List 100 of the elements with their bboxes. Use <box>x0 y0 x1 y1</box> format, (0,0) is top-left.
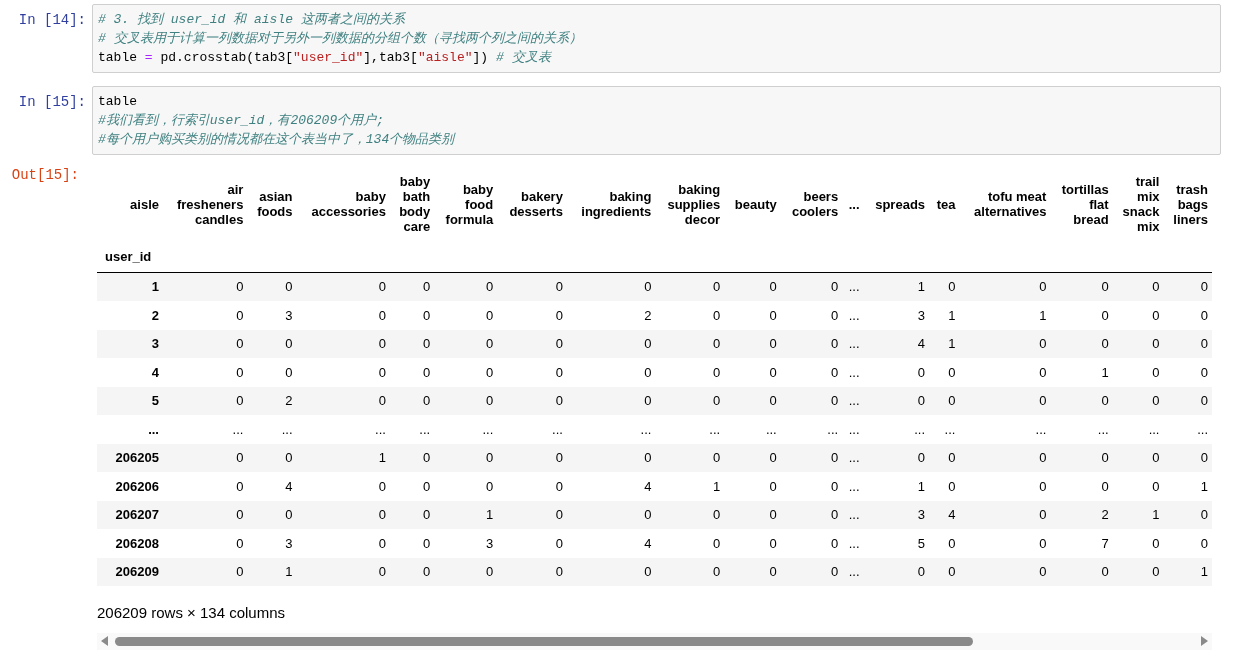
table-cell: 0 <box>296 386 390 415</box>
table-cell: 0 <box>1163 358 1212 387</box>
table-cell: 0 <box>163 557 248 586</box>
horizontal-scrollbar[interactable] <box>97 632 1212 650</box>
table-cell: 0 <box>566 329 656 358</box>
scroll-left-icon[interactable] <box>101 636 109 646</box>
column-header: tortillas flat bread <box>1060 180 1110 229</box>
code-line: table <box>98 93 138 111</box>
row-index: 3 <box>97 329 163 358</box>
table-cell: 0 <box>1163 329 1212 358</box>
table-cell: 0 <box>929 443 960 472</box>
column-header: beauty <box>733 195 778 214</box>
column-header: tea <box>935 195 957 214</box>
table-cell: 0 <box>296 472 390 501</box>
table-cell: 7 <box>1050 529 1113 558</box>
row-index: 206206 <box>97 472 163 501</box>
table-cell: 0 <box>1112 529 1164 558</box>
table-cell: 0 <box>566 443 656 472</box>
table-cell: ... <box>434 415 498 444</box>
table-cell: 4 <box>863 329 930 358</box>
table-cell: ... <box>842 557 864 586</box>
table-cell: 0 <box>163 301 248 330</box>
table-cell: 0 <box>1050 329 1113 358</box>
table-cell: 1 <box>959 301 1051 330</box>
table-cell: 0 <box>389 358 435 387</box>
row-index: 206205 <box>97 443 163 472</box>
table-cell: 0 <box>929 557 960 586</box>
table-cell: 0 <box>959 358 1051 387</box>
table-cell: 0 <box>929 358 960 387</box>
table-cell: 0 <box>1163 443 1212 472</box>
scroll-right-icon[interactable] <box>1200 636 1208 646</box>
table-cell: 0 <box>959 500 1051 529</box>
row-index: 206209 <box>97 557 163 586</box>
table-cell: 1 <box>863 272 930 301</box>
table-cell: 0 <box>497 358 567 387</box>
table-cell: 0 <box>1163 500 1212 529</box>
table-cell: 0 <box>780 529 843 558</box>
table-cell: 4 <box>566 472 656 501</box>
table-cell: 0 <box>497 386 567 415</box>
column-header: baby food formula <box>444 180 495 229</box>
table-cell: 0 <box>389 386 435 415</box>
table-cell: ... <box>566 415 656 444</box>
code-line: # 交叉表用于计算一列数据对于另外一列数据的分组个数（寻找两个列之间的关系） <box>98 30 583 48</box>
table-cell: ... <box>959 415 1051 444</box>
table-cell: 0 <box>780 272 843 301</box>
column-header: baking ingredients <box>580 188 653 221</box>
table-cell: ... <box>842 500 864 529</box>
table-cell: 0 <box>959 329 1051 358</box>
table-cell: 0 <box>655 272 725 301</box>
table-cell: ... <box>247 415 297 444</box>
table-cell: ... <box>863 415 930 444</box>
table-cell: 0 <box>724 529 781 558</box>
column-header: baking supplies decor <box>666 180 722 229</box>
row-index: 1 <box>97 272 163 301</box>
table-cell: 0 <box>1050 443 1113 472</box>
table-cell: 0 <box>497 329 567 358</box>
table-cell: ... <box>929 415 960 444</box>
table-cell: 2 <box>1050 500 1113 529</box>
table-cell: 3 <box>863 301 930 330</box>
table-cell: 3 <box>863 500 930 529</box>
table-cell: 0 <box>247 329 297 358</box>
scrollbar-thumb[interactable] <box>115 636 973 646</box>
table-cell: ... <box>842 472 864 501</box>
code-cell[interactable]: table #我们看到，行索引user_id，有206209个用户; #每个用户购买类别的情况都在这个表当中了，134个物品类别 <box>92 86 1221 155</box>
table-cell: 0 <box>1112 329 1164 358</box>
table-cell: 1 <box>1050 358 1113 387</box>
columns-name-header: aisle <box>129 195 160 214</box>
column-header: bakery desserts <box>508 188 564 221</box>
table-cell: 3 <box>247 529 297 558</box>
table-cell: 0 <box>163 272 248 301</box>
column-header: trail mix snack mix <box>1121 173 1161 236</box>
column-header: trash bags liners <box>1172 180 1209 229</box>
table-cell: 0 <box>389 301 435 330</box>
table-cell: ... <box>842 358 864 387</box>
table-cell: 0 <box>780 358 843 387</box>
table-cell: 0 <box>929 472 960 501</box>
table-cell: 0 <box>389 557 435 586</box>
table-cell: 0 <box>1163 529 1212 558</box>
table-cell: 0 <box>163 386 248 415</box>
table-cell: 0 <box>780 472 843 501</box>
input-prompt: In [15]: <box>17 93 87 112</box>
table-cell: 0 <box>497 472 567 501</box>
table-cell: ... <box>842 386 864 415</box>
row-index: ... <box>97 415 163 444</box>
table-cell: 0 <box>497 500 567 529</box>
code-line: # 3. 找到 user_id 和 aisle 这两者之间的关系 <box>98 11 407 29</box>
table-cell: 0 <box>655 443 725 472</box>
table-cell: 0 <box>247 272 297 301</box>
table-cell: 0 <box>929 386 960 415</box>
table-cell: 0 <box>247 500 297 529</box>
input-prompt: In [14]: <box>17 11 87 30</box>
code-cell[interactable]: # 3. 找到 user_id 和 aisle 这两者之间的关系 # 交叉表用于计算一列数据对于另外一列数据的分组个数（寻找两个列之间的关系） table = pd.crosstab(tab3["user_id"],tab3["aisle"]) # 交叉表 <box>92 4 1221 73</box>
table-cell: 0 <box>1050 301 1113 330</box>
table-cell: 0 <box>389 500 435 529</box>
table-cell: 0 <box>434 358 498 387</box>
table-cell: ... <box>842 529 864 558</box>
table-cell: 0 <box>863 443 930 472</box>
table-cell: 0 <box>296 557 390 586</box>
table-cell: 0 <box>434 386 498 415</box>
table-cell: 0 <box>434 301 498 330</box>
